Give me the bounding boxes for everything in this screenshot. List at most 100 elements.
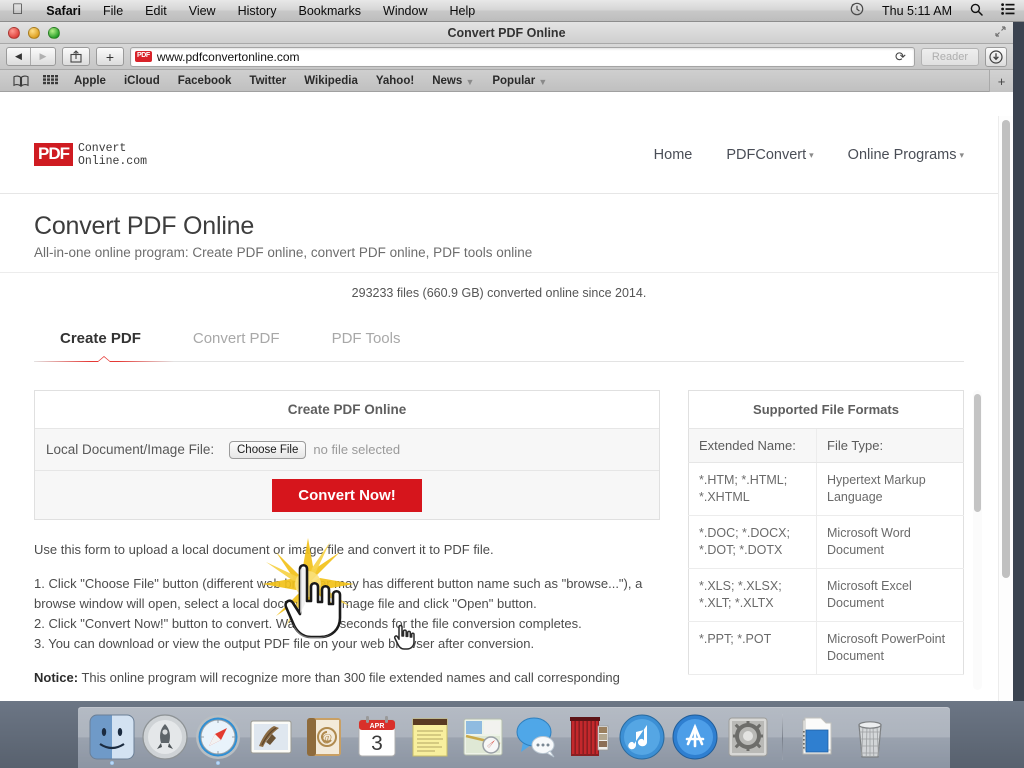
dock-item-app-store[interactable] [670,712,720,762]
search-icon[interactable] [961,3,992,19]
bookmark-popular[interactable]: Popular ▼ [484,75,555,87]
chevron-down-icon: ▼ [538,76,548,87]
menu-item-file[interactable]: File [92,4,134,18]
site-logo-text: Convert Online.com [78,142,147,168]
bookmark-wikipedia[interactable]: Wikipedia [296,75,366,87]
reader-button[interactable]: Reader [920,47,979,66]
bookmark-apple[interactable]: Apple [66,75,114,87]
book-sidebar-icon[interactable] [7,75,35,87]
menu-item-safari[interactable]: Safari [35,4,92,18]
menu-item-help[interactable]: Help [438,4,486,18]
window-title: Convert PDF Online [447,25,566,40]
format-extension: *.DOC; *.DOCX; *.DOT; *.DOTX [688,515,817,569]
create-pdf-form-panel: Create PDF Online Local Document/Image F… [34,390,660,688]
nav-item-online-programs-label: Online Programs [847,146,957,163]
menu-item-view[interactable]: View [178,4,227,18]
choose-file-button[interactable]: Choose File [229,440,307,459]
formats-caption: Supported File Formats [688,390,964,429]
web-page-viewport: PDF Convert Online.com Home PDFConvert ▾ [0,116,1013,701]
nav-item-home[interactable]: Home [654,147,693,163]
menu-item-window[interactable]: Window [372,4,438,18]
apple-logo-icon[interactable]:  [0,2,35,17]
share-icon[interactable] [62,47,90,66]
website-content: PDF Convert Online.com Home PDFConvert ▾ [0,116,998,701]
dock-item-maps[interactable] [458,712,508,762]
bookmark-facebook[interactable]: Facebook [170,75,240,87]
tab-pdf-tools[interactable]: PDF Tools [306,330,427,361]
running-indicator [216,761,220,765]
menu-item-edit[interactable]: Edit [134,4,178,18]
dock-item-itunes[interactable] [617,712,667,762]
menu-item-bookmarks[interactable]: Bookmarks [287,4,372,18]
dock-item-calendar[interactable]: APR 3 [352,712,402,762]
active-tab-caret-icon [97,356,111,362]
table-row: *.DOC; *.DOCX; *.DOT; *.DOTX Microsoft W… [688,515,964,569]
bookmark-news[interactable]: News ▼ [424,75,482,87]
menubar-clock-text[interactable]: Thu 5:11 AM [873,4,961,18]
downloads-icon[interactable] [985,46,1007,67]
bookmark-yahoo[interactable]: Yahoo! [368,75,422,87]
scrollbar-thumb[interactable] [974,394,981,512]
notification-center-icon[interactable] [992,3,1024,18]
dock-item-launchpad[interactable] [140,712,190,762]
dock-item-mail[interactable] [246,712,296,762]
menu-item-history[interactable]: History [227,4,288,18]
running-indicator [110,761,114,765]
format-type: Microsoft PowerPoint Document [816,621,964,675]
dock-item-contacts[interactable]: @ [299,712,349,762]
bookmark-icloud[interactable]: iCloud [116,75,168,87]
dock-item-messages[interactable] [511,712,561,762]
scrollbar-thumb[interactable] [1002,120,1010,578]
nav-item-online-programs[interactable]: Online Programs ▾ [848,147,964,163]
page-title: Convert PDF Online [34,212,255,240]
bookmark-twitter[interactable]: Twitter [241,75,294,87]
reload-icon[interactable]: ⟳ [891,49,910,65]
browser-toolbar: ◀ ▶ + PDF www.pdfconvertonline.com ⟳ Rea… [0,44,1013,70]
formats-table-scrollbar[interactable] [973,390,982,690]
pdf-badge-icon: PDF [34,143,73,166]
svg-text:@: @ [322,732,332,744]
forward-arrow-icon[interactable]: ▶ [31,48,55,65]
supported-formats-panel: Supported File Formats Extended Name: Fi… [688,390,982,690]
chevron-down-icon: ▼ [465,76,475,87]
form-title: Create PDF Online [35,391,659,429]
chevron-down-icon: ▾ [809,150,814,160]
page-subtitle: All-in-one online program: Create PDF on… [34,245,533,260]
table-header-row: Extended Name: File Type: [688,428,964,463]
format-extension: *.PPT; *.POT [688,621,817,675]
new-tab-button[interactable]: + [96,47,124,66]
add-tab-button[interactable]: + [989,70,1013,92]
tab-convert-pdf[interactable]: Convert PDF [167,330,306,361]
fullscreen-icon[interactable] [995,25,1013,40]
clock-icon[interactable] [841,2,873,19]
top-sites-grid-icon[interactable] [37,74,64,87]
instructions-notice: Notice: This online program will recogni… [34,668,660,688]
dock-item-finder[interactable] [87,712,137,765]
url-text[interactable]: www.pdfconvertonline.com [157,50,886,64]
site-logo[interactable]: PDF Convert Online.com [34,142,147,168]
format-extension: *.HTM; *.HTML; *.XHTML [688,462,817,516]
dock-item-trash[interactable] [845,712,895,762]
dock-item-documents-folder[interactable] [792,712,842,762]
convert-now-button[interactable]: Convert Now! [272,478,422,512]
page-favicon: PDF [135,51,152,62]
dock-item-system-preferences[interactable] [723,712,773,762]
url-address-bar[interactable]: PDF www.pdfconvertonline.com ⟳ [130,46,915,67]
format-extension: *.XLS; *.XLSX; *.XLT; *.XLTX [688,568,817,622]
back-arrow-icon[interactable]: ◀ [7,48,31,65]
nav-item-pdfconvert[interactable]: PDFConvert ▾ [726,147,813,163]
mac-menu-bar:  Safari File Edit View History Bookmark… [0,0,1024,22]
navigation-buttons: ◀ ▶ [6,47,56,66]
bookmarks-bar: Apple iCloud Facebook Twitter Wikipedia … [0,70,1013,92]
table-row: *.XLS; *.XLSX; *.XLT; *.XLTX Microsoft E… [688,568,964,622]
safari-window: Convert PDF Online ◀ ▶ + PDF www.pdfconv… [0,22,1013,701]
file-status-text: no file selected [313,442,401,457]
dock-item-photo-booth[interactable] [564,712,614,762]
page-scrollbar[interactable] [998,116,1013,701]
dock-item-notes[interactable] [405,712,455,762]
logo-line-1: Convert [78,141,127,155]
instructions-text: Use this form to upload a local document… [34,540,660,688]
dock-item-safari[interactable] [193,712,243,765]
supported-formats-table: Supported File Formats Extended Name: Fi… [688,390,964,675]
